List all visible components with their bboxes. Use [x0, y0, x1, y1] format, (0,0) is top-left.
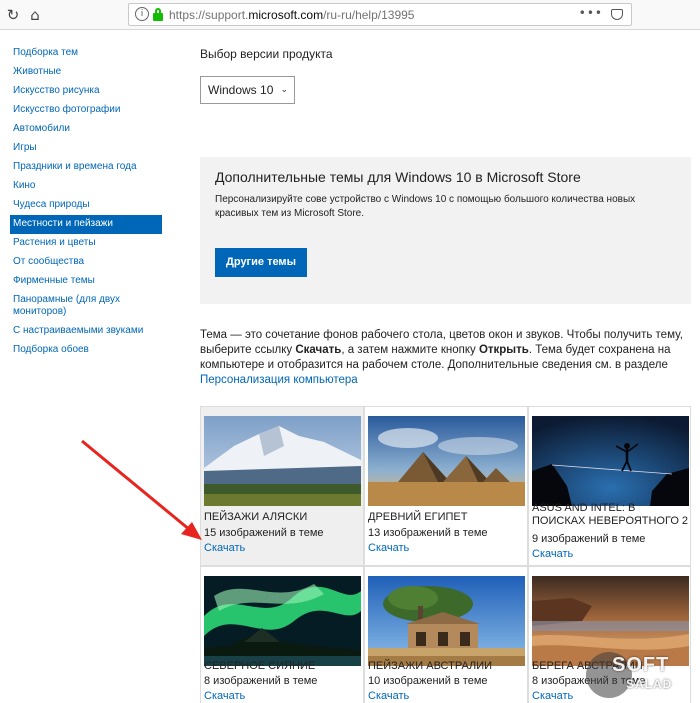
theme-card: Пейзажи Аляски 15 изображений в теме Скача… — [200, 406, 364, 566]
address-bar[interactable]: i https://support.microsoft.com/ru-ru/he… — [128, 3, 632, 26]
sidebar-item[interactable]: Искусство фотографии — [10, 101, 162, 120]
theme-image-count: 9 изображений в теме — [532, 533, 646, 545]
product-select-value: Windows 10 — [208, 83, 274, 97]
url-text[interactable]: https://support.microsoft.com/ru-ru/help… — [169, 8, 414, 22]
theme-card: Пейзажи Австралии 10 изображений в теме Ск… — [364, 566, 528, 703]
theme-description: Тема — это сочетание фонов рабочего стол… — [200, 329, 683, 386]
theme-title: ASUS and Intel: В поисках невероятного 2 — [532, 502, 689, 527]
product-select[interactable]: Windows 10 ⌄ — [200, 76, 295, 104]
sidebar-item[interactable]: Подборка обоев — [10, 341, 162, 360]
theme-card: ASUS and Intel: В поисках невероятного 2… — [528, 406, 691, 566]
sidebar-item[interactable]: Животные — [10, 63, 162, 82]
sidebar-item[interactable]: Кино — [10, 177, 162, 196]
pocket-icon[interactable] — [611, 9, 623, 20]
sidebar-item[interactable]: От сообщества — [10, 253, 162, 272]
personalization-link[interactable]: Персонализация компьютера — [200, 374, 358, 386]
category-sidebar: Подборка тем Животные Искусство рисунка Иск… — [10, 44, 162, 360]
theme-card: Древний Египет 13 изображений в теме Скача… — [364, 406, 528, 566]
sidebar-item[interactable]: С настраиваемыми звуками — [10, 322, 162, 341]
theme-thumbnail[interactable] — [204, 576, 361, 666]
theme-card: Северное сияние 8 изображений в теме Скача… — [200, 566, 364, 703]
info-icon[interactable]: i — [135, 7, 149, 21]
sidebar-item[interactable]: Праздники и времена года — [10, 158, 162, 177]
theme-thumbnail[interactable] — [532, 416, 689, 506]
browser-toolbar: ↻ ⌂ i https://support.microsoft.com/ru-r… — [0, 0, 700, 30]
sidebar-item[interactable]: Автомобили — [10, 120, 162, 139]
theme-download-link[interactable]: Скачать — [532, 690, 573, 702]
softsalad-watermark: SOFT SALAD — [586, 648, 698, 700]
sidebar-item[interactable]: Искусство рисунка — [10, 82, 162, 101]
sidebar-item[interactable]: Игры — [10, 139, 162, 158]
promo-text: Персонализируйте сове устройство с Windo… — [215, 194, 636, 219]
promo-title: Дополнительные темы для Windows 10 в Mic… — [215, 169, 581, 185]
theme-download-link[interactable]: Скачать — [368, 542, 409, 554]
lock-icon — [153, 8, 163, 21]
theme-thumbnail[interactable] — [368, 576, 525, 666]
sidebar-item[interactable]: Фирменные темы — [10, 272, 162, 291]
sidebar-item[interactable]: Панорамные (для двух мониторов) — [10, 291, 162, 322]
theme-image-count: 13 изображений в теме — [368, 527, 488, 539]
theme-title: Пейзажи Австралии — [368, 660, 493, 672]
more-themes-button[interactable]: Другие темы — [215, 248, 307, 277]
open-word: Открыть — [478, 344, 529, 356]
theme-title: Древний Египет — [368, 511, 468, 523]
theme-image-count: 10 изображений в теме — [368, 675, 488, 687]
theme-image-count: 15 изображений в теме — [204, 527, 324, 539]
theme-title: Северное сияние — [204, 660, 316, 672]
sidebar-item[interactable]: Подборка тем — [10, 44, 162, 63]
sidebar-item[interactable]: Растения и цветы — [10, 234, 162, 253]
page-actions-icon[interactable]: ••• — [579, 6, 603, 20]
theme-title: Пейзажи Аляски — [204, 511, 308, 523]
home-icon[interactable]: ⌂ — [26, 6, 44, 24]
theme-download-link[interactable]: Скачать — [204, 690, 245, 702]
store-promo: Дополнительные темы для Windows 10 в Mic… — [200, 157, 691, 304]
theme-download-link[interactable]: Скачать — [368, 690, 409, 702]
download-word: Скачать — [295, 344, 342, 356]
theme-thumbnail[interactable] — [204, 416, 361, 506]
theme-download-link[interactable]: Скачать — [204, 542, 245, 554]
theme-thumbnail[interactable] — [368, 416, 525, 506]
theme-download-link[interactable]: Скачать — [532, 548, 573, 560]
sidebar-item[interactable]: Чудеса природы — [10, 196, 162, 215]
chevron-down-icon: ⌄ — [280, 85, 288, 95]
sidebar-item[interactable]: Местности и пейзажи — [10, 215, 162, 234]
reload-icon[interactable]: ↻ — [4, 6, 22, 24]
theme-image-count: 8 изображений в теме — [204, 675, 318, 687]
product-label: Выбор версии продукта — [200, 47, 333, 61]
